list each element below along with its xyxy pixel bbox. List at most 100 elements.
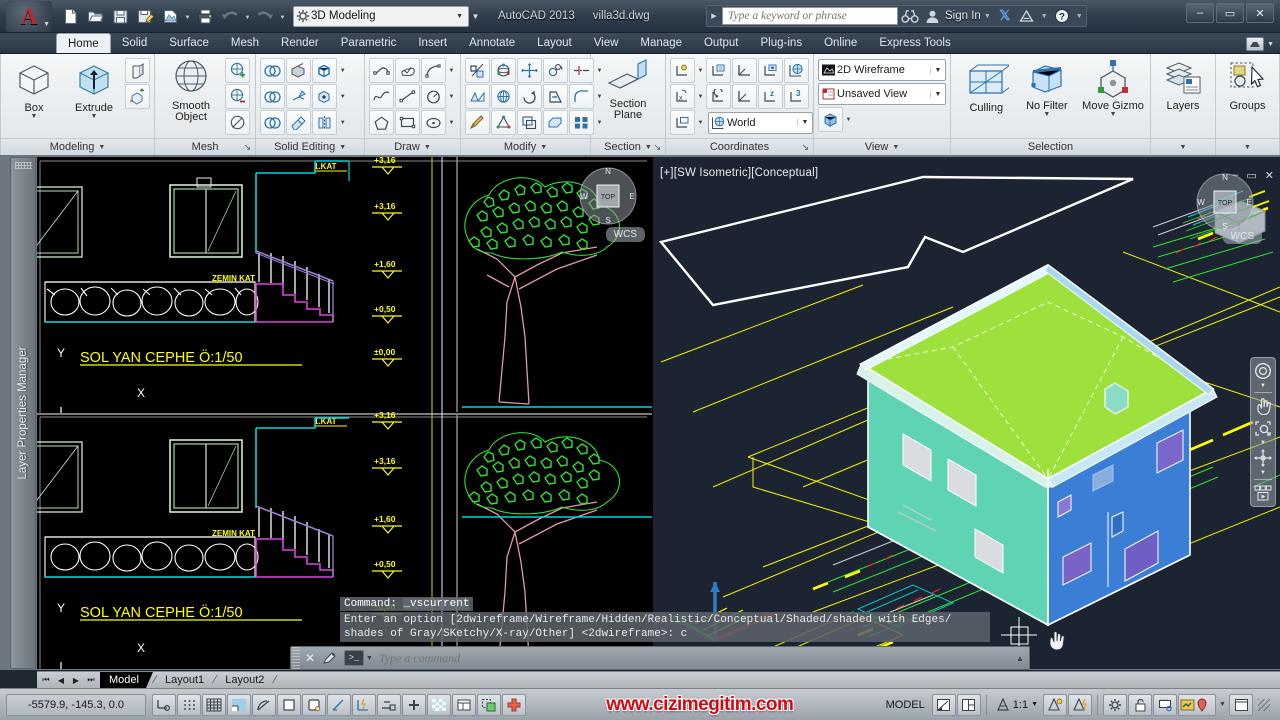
chevron-down-icon[interactable]: ▼ <box>930 66 945 74</box>
culling-button[interactable]: Culling <box>959 57 1014 114</box>
chevron-down-icon[interactable]: ▼ <box>338 58 347 83</box>
undo-button[interactable] <box>218 4 242 28</box>
arc-button[interactable] <box>421 58 446 83</box>
circle-button[interactable] <box>421 84 446 109</box>
viewport-close-button[interactable]: ✕ <box>1265 169 1274 182</box>
ucs-label-left-viewport[interactable]: WCS <box>605 227 645 242</box>
ucs-combo[interactable]: World ▼ <box>708 111 813 134</box>
quick-properties-toggle[interactable] <box>452 693 476 716</box>
sign-in-caret-icon[interactable]: ▼ <box>981 13 994 20</box>
command-input-bar[interactable]: ✕ >_ ▼ ▲ <box>290 646 1030 670</box>
chevron-down-icon[interactable]: ▼ <box>1180 144 1187 151</box>
box-button[interactable]: Box ▼ <box>5 57 63 120</box>
tab-render[interactable]: Render <box>270 33 330 53</box>
panel-modify-title[interactable]: Modify ▼ <box>461 138 590 155</box>
groups-button[interactable]: Groups <box>1220 57 1275 112</box>
first-layout-button[interactable]: ⏮ <box>39 673 53 687</box>
panel-selection-title[interactable]: Selection <box>951 138 1150 155</box>
ribbon-minimize-button[interactable] <box>1246 37 1265 51</box>
line-button[interactable] <box>395 84 420 109</box>
chevron-down-icon[interactable]: ▼ <box>844 107 853 132</box>
extract-edges-button[interactable] <box>312 58 338 83</box>
tab-express-tools[interactable]: Express Tools <box>868 33 961 53</box>
ucs-button[interactable] <box>670 58 695 83</box>
command-line-close-icon[interactable]: ✕ <box>300 647 320 669</box>
isolate-objects-icon[interactable] <box>1178 693 1216 716</box>
panel-coordinates-title[interactable]: Coordinates ↘ <box>666 138 813 155</box>
tab-insert[interactable]: Insert <box>407 33 458 53</box>
viewcube-left-viewport[interactable]: TOP N S E W <box>577 165 639 227</box>
3d-array-button[interactable] <box>543 58 568 83</box>
annotation-visibility-icon[interactable] <box>1043 693 1067 716</box>
chevron-down-icon[interactable]: ▼ <box>338 84 347 109</box>
chevron-down-icon[interactable]: ▼ <box>1043 111 1050 118</box>
previous-layout-button[interactable]: ◀ <box>54 673 68 687</box>
layers-button[interactable]: Layers <box>1155 57 1211 112</box>
smooth-object-button[interactable]: Smooth Object <box>159 57 223 123</box>
3d-align-button[interactable] <box>465 58 490 83</box>
chevron-down-icon[interactable]: ▼ <box>696 110 705 135</box>
viewport-2d-elevations[interactable]: ZEMIN KAT 1.KAT +3,16 +3,16 +1,60 +0,50 … <box>37 157 652 669</box>
tab-online[interactable]: Online <box>813 33 868 53</box>
steering-wheel-caret-icon[interactable]: ▼ <box>1260 383 1266 389</box>
tab-home[interactable]: Home <box>56 33 111 53</box>
toolbar-lock-icon[interactable] <box>1128 693 1152 716</box>
exchange-x-icon[interactable]: 𝕏 <box>994 5 1016 27</box>
help-caret-icon[interactable]: ▼ <box>1073 13 1086 20</box>
plot-preview-button[interactable] <box>158 4 182 28</box>
tab-output[interactable]: Output <box>693 33 750 53</box>
drawing-viewports[interactable]: ZEMIN KAT 1.KAT +3,16 +3,16 +1,60 +0,50 … <box>37 157 1280 669</box>
extrude-face-2-button[interactable] <box>543 110 568 135</box>
ucs-face-button[interactable] <box>670 110 695 135</box>
save-as-button[interactable] <box>133 4 157 28</box>
polar-tracking-toggle[interactable] <box>252 693 276 716</box>
command-prompt-icon[interactable]: >_ <box>344 650 364 666</box>
workspace-gear-icon[interactable] <box>1103 693 1127 716</box>
named-ucs-button[interactable] <box>706 58 731 83</box>
subtract-button[interactable] <box>260 84 286 109</box>
chevron-down-icon[interactable]: ▼ <box>1110 111 1117 118</box>
rectangle-button[interactable] <box>395 110 420 135</box>
hardware-accel-icon[interactable] <box>1153 693 1177 716</box>
redo-caret-icon[interactable]: ▼ <box>278 4 287 28</box>
panel-dialog-launcher-icon[interactable]: ↘ <box>244 142 252 153</box>
tab-manage[interactable]: Manage <box>629 33 693 53</box>
model-space-icon[interactable] <box>931 693 956 716</box>
viewport-configuration-button[interactable] <box>818 107 843 132</box>
chevron-down-icon[interactable]: ▼ <box>696 58 705 83</box>
smooth-more-button[interactable] <box>225 58 250 83</box>
annotation-monitor-toggle[interactable] <box>502 693 526 716</box>
selection-cycling-toggle[interactable] <box>477 693 501 716</box>
showmotion-icon[interactable] <box>1252 483 1274 503</box>
chevron-down-icon[interactable]: ▼ <box>1244 144 1251 151</box>
panel-solid-editing-title[interactable]: Solid Editing ▼ <box>256 138 364 155</box>
revision-cloud-button[interactable] <box>395 58 420 83</box>
command-history-caret-icon[interactable]: ▼ <box>364 655 375 662</box>
maximize-button[interactable]: ▭ <box>1216 3 1244 23</box>
tab-layout[interactable]: Layout <box>526 33 583 53</box>
new-file-button[interactable] <box>58 4 82 28</box>
extrude-button[interactable]: Extrude ▼ <box>65 57 123 120</box>
undo-caret-icon[interactable]: ▼ <box>243 4 252 28</box>
chevron-down-icon[interactable]: ▼ <box>424 144 431 151</box>
tab-parametric[interactable]: Parametric <box>330 33 408 53</box>
panel-view-title[interactable]: View ▼ <box>814 138 950 155</box>
chevron-down-icon[interactable]: ▼ <box>339 144 346 151</box>
tab-mesh[interactable]: Mesh <box>220 33 270 53</box>
chevron-down-icon[interactable]: ▼ <box>797 119 812 126</box>
search-input[interactable] <box>723 8 897 24</box>
panel-section-title[interactable]: Section ▼ ↘ <box>591 138 665 155</box>
save-file-button[interactable] <box>108 4 132 28</box>
3d-move-button[interactable] <box>125 84 150 109</box>
ortho-mode-toggle[interactable] <box>227 693 251 716</box>
3d-object-snap-toggle[interactable] <box>302 693 326 716</box>
tab-layout1[interactable]: Layout1 <box>156 672 213 688</box>
chevron-down-icon[interactable]: ▼ <box>447 110 456 135</box>
chevron-down-icon[interactable]: ▼ <box>338 110 347 135</box>
tab-plugins[interactable]: Plug-ins <box>750 33 814 53</box>
offset-button[interactable] <box>517 110 542 135</box>
intersect-button[interactable] <box>260 110 286 135</box>
infocenter-expand-icon[interactable]: ▶ <box>707 12 721 20</box>
visual-style-combo[interactable]: 2D Wireframe ▼ <box>818 59 946 81</box>
autodesk-triangle-icon[interactable] <box>1016 5 1038 27</box>
